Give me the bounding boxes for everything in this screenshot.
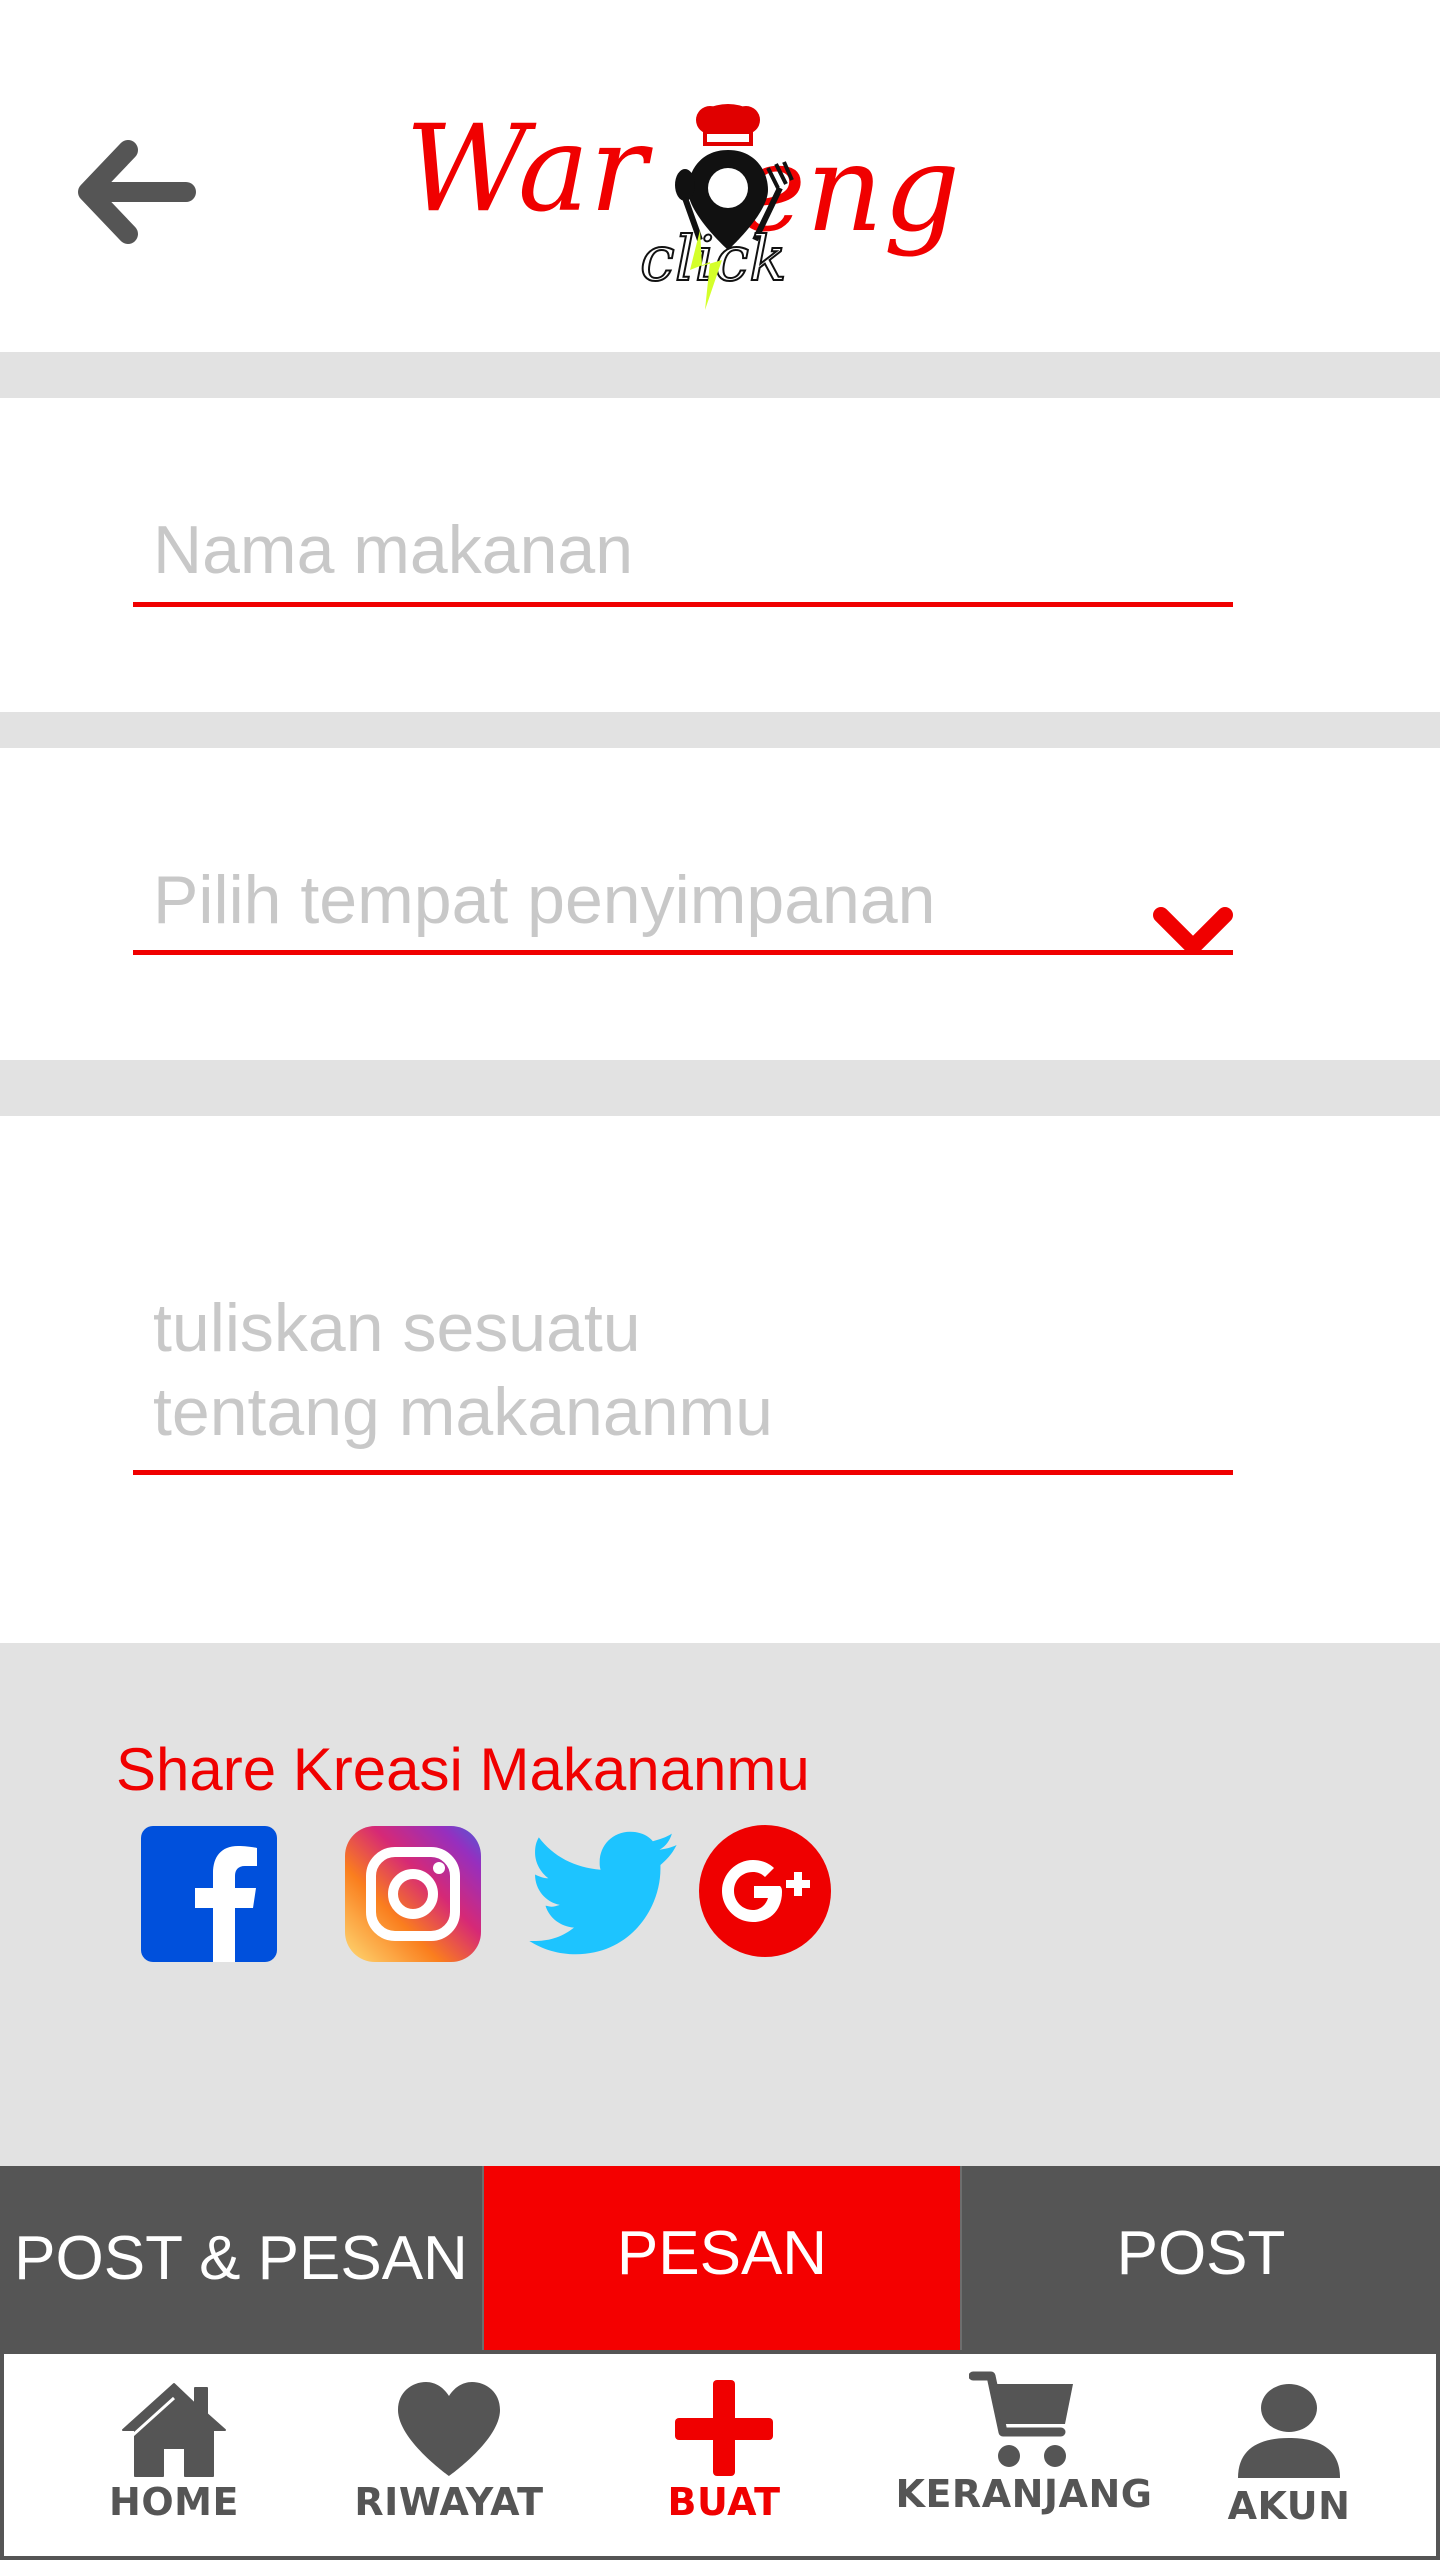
app-logo: War eng click — [400, 80, 1020, 320]
nav-label-keranjang: KERANJANG — [895, 2472, 1153, 2516]
back-button[interactable] — [70, 130, 200, 260]
nav-label-buat: BUAT — [667, 2480, 781, 2524]
facebook-icon[interactable] — [141, 1826, 277, 1962]
share-section: Share Kreasi Makananmu — [0, 1643, 1440, 2166]
tab-post-and-pesan[interactable]: POST & PESAN — [0, 2166, 482, 2350]
plus-icon — [675, 2380, 773, 2476]
bottom-nav: HOME RIWAYAT BUAT KERANJANG AKUN — [0, 2350, 1440, 2560]
nav-item-akun[interactable]: AKUN — [1194, 2354, 1384, 2556]
user-icon — [1238, 2384, 1340, 2478]
description-underline — [133, 1470, 1233, 1475]
nav-label-home: HOME — [109, 2480, 239, 2524]
food-name-input[interactable] — [133, 500, 1233, 600]
chevron-down-icon[interactable] — [1153, 905, 1233, 965]
nav-item-riwayat[interactable]: RIWAYAT — [349, 2354, 549, 2556]
tab-pesan[interactable]: PESAN — [484, 2166, 960, 2350]
home-icon — [121, 2383, 226, 2477]
storage-select-input[interactable] — [133, 850, 1233, 950]
divider-band — [0, 352, 1440, 398]
description-field — [133, 1286, 1233, 1480]
arrow-left-icon — [78, 140, 196, 244]
header: War eng click — [0, 0, 1440, 352]
divider-band — [0, 712, 1440, 748]
heart-icon — [398, 2382, 500, 2476]
nav-item-buat[interactable]: BUAT — [634, 2354, 814, 2556]
shopping-cart-icon — [969, 2371, 1073, 2467]
nav-item-home[interactable]: HOME — [84, 2354, 264, 2556]
action-tabs: POST & PESAN PESAN POST — [0, 2166, 1440, 2350]
google-plus-icon[interactable] — [698, 1824, 832, 1960]
divider-band — [0, 1060, 1440, 1116]
nav-item-keranjang[interactable]: KERANJANG — [884, 2354, 1164, 2556]
svg-text:War: War — [405, 100, 653, 239]
twitter-icon[interactable] — [528, 1826, 678, 1962]
description-input[interactable] — [133, 1286, 1233, 1466]
storage-underline — [133, 950, 1233, 955]
tab-post[interactable]: POST — [962, 2166, 1440, 2350]
food-name-field — [133, 500, 1233, 610]
food-name-underline — [133, 602, 1233, 607]
storage-select[interactable] — [133, 850, 1233, 960]
nav-label-riwayat: RIWAYAT — [354, 2480, 544, 2524]
instagram-icon[interactable] — [345, 1826, 481, 1962]
share-title: Share Kreasi Makananmu — [116, 1736, 810, 1803]
nav-label-akun: AKUN — [1227, 2484, 1351, 2528]
